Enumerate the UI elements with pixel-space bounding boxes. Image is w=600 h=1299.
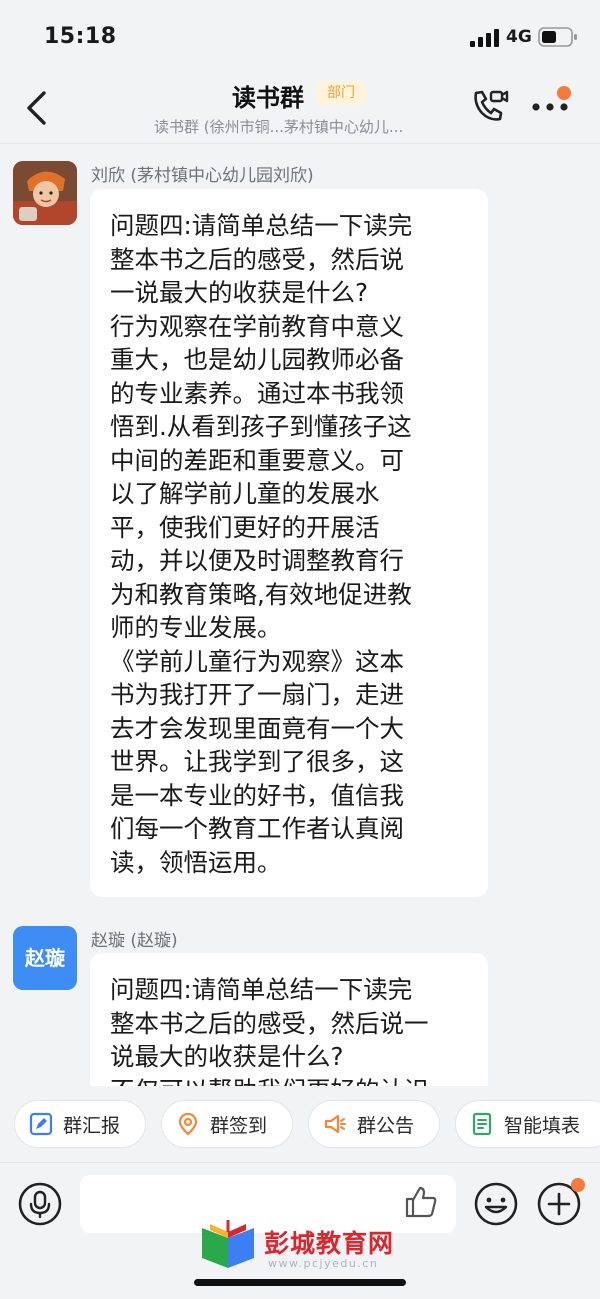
quick-actions-bar: 群汇报 群签到 群公告 智能填表 (0, 1086, 600, 1162)
home-indicator (194, 1279, 406, 1286)
group-subtitle[interactable]: 读书群 (徐州市铜...茅村镇中心幼儿... (154, 116, 403, 137)
watermark-url: www.pcjyedu.cn (268, 1257, 379, 1270)
message-bubble[interactable]: 问题四:请简单总结一下读完 整本书之后的感受，然后说一 说最大的收获是什么? 不… (90, 953, 488, 1086)
battery-icon (538, 27, 577, 47)
megaphone-icon (324, 1114, 346, 1134)
sender-name: 赵璇 (赵璇) (91, 931, 178, 951)
status-time: 15:18 (44, 24, 117, 49)
quick-action-report[interactable]: 群汇报 (14, 1100, 146, 1148)
location-pin-icon (178, 1112, 198, 1136)
report-icon (29, 1112, 53, 1136)
avatar[interactable] (13, 161, 77, 225)
back-chevron-icon[interactable] (24, 90, 50, 126)
video-call-icon[interactable] (470, 88, 510, 124)
network-type: 4G (506, 27, 532, 47)
watermark-name: 彭城教育网 (264, 1229, 395, 1258)
quick-action-checkin[interactable]: 群签到 (161, 1100, 293, 1148)
notification-dot (571, 1178, 585, 1192)
chat-header: 读书群 部门 读书群 (徐州市铜...茅村镇中心幼儿... (0, 70, 600, 142)
quick-action-label: 群汇报 (63, 1114, 121, 1137)
status-bar: 15:18 4G (0, 0, 600, 70)
message-bubble[interactable]: 问题四:请简单总结一下读完 整本书之后的感受，然后说 一说最大的收获是什么? 行… (90, 189, 488, 897)
child-photo-icon (13, 161, 77, 225)
avatar[interactable]: 赵璇 (13, 926, 77, 990)
sender-name: 刘欣 (茅村镇中心幼儿园刘欣) (91, 166, 314, 186)
quick-action-label: 智能填表 (504, 1114, 581, 1137)
form-icon (472, 1112, 492, 1136)
emoji-icon[interactable] (473, 1181, 519, 1227)
quick-action-announcement[interactable]: 群公告 (308, 1100, 440, 1148)
quick-action-label: 群公告 (357, 1114, 415, 1137)
chat-message-list[interactable]: 刘欣 (茅村镇中心幼儿园刘欣) 问题四:请简单总结一下读完 整本书之后的感受，然… (0, 144, 600, 1086)
more-dots-icon[interactable] (531, 100, 571, 114)
signal-icon (470, 29, 499, 47)
quick-action-smart-form[interactable]: 智能填表 (455, 1100, 600, 1148)
department-badge: 部门 (316, 81, 366, 105)
thumbs-up-icon[interactable] (403, 1184, 439, 1220)
group-title[interactable]: 读书群 (232, 78, 304, 113)
watermark: 彭城教育网 www.pcjyedu.cn (198, 1218, 418, 1274)
book-logo-icon (202, 1220, 254, 1268)
voice-icon[interactable] (17, 1181, 63, 1227)
quick-action-label: 群签到 (210, 1114, 268, 1137)
message-text: 问题四:请简单总结一下读完 整本书之后的感受，然后说 一说最大的收获是什么? 行… (110, 211, 413, 877)
notification-dot (557, 86, 571, 100)
message-text: 问题四:请简单总结一下读完 整本书之后的感受，然后说一 说最大的收获是什么? 不… (110, 975, 429, 1086)
